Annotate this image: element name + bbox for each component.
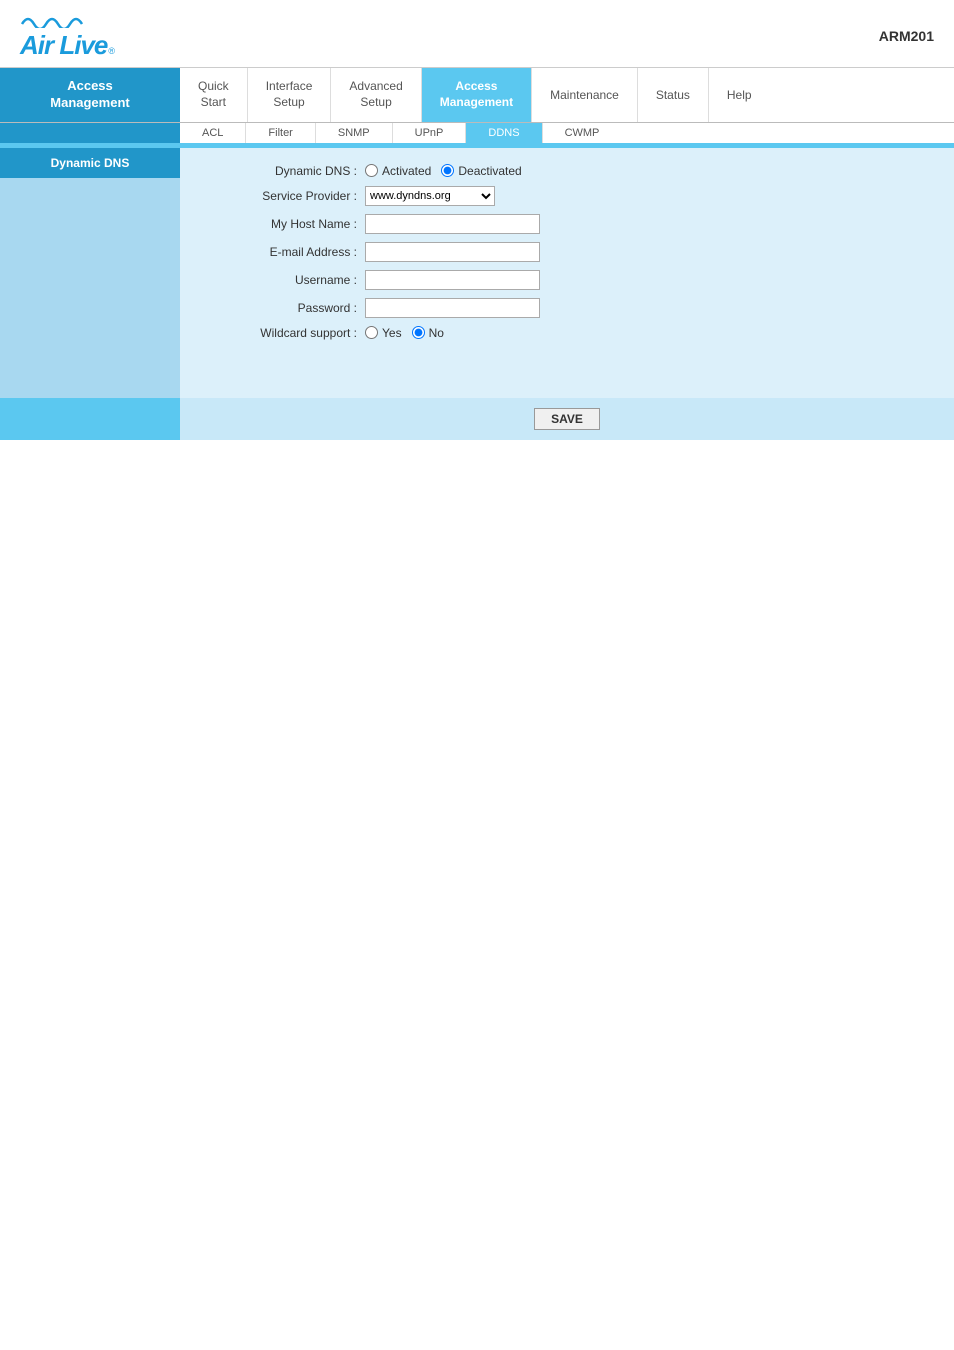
label-host-name: My Host Name : xyxy=(200,217,365,231)
logo-waves xyxy=(20,10,90,30)
form-row-username: Username : xyxy=(200,270,924,290)
label-dynamic-dns: Dynamic DNS : xyxy=(200,164,365,178)
logo: Air Live ® xyxy=(20,10,115,61)
label-wildcard: Wildcard support : xyxy=(200,326,365,340)
sub-nav-spacer xyxy=(0,123,180,143)
nav-item-status[interactable]: Status xyxy=(638,68,709,122)
input-username[interactable] xyxy=(365,270,540,290)
sidebar-item-dynamic-dns[interactable]: Dynamic DNS xyxy=(0,148,180,178)
sub-nav-acl[interactable]: ACL xyxy=(180,123,246,143)
nav-item-maintenance[interactable]: Maintenance xyxy=(532,68,638,122)
sub-nav-upnp[interactable]: UPnP xyxy=(393,123,467,143)
sub-nav-items: ACL Filter SNMP UPnP DDNS CWMP xyxy=(180,123,621,143)
label-wildcard-yes: Yes xyxy=(382,326,402,340)
form-row-email: E-mail Address : xyxy=(200,242,924,262)
content-area: Dynamic DNS : Activated Deactivated Serv… xyxy=(180,148,954,398)
nav-item-advanced-setup[interactable]: Advanced Setup xyxy=(331,68,421,122)
header: Air Live ® ARM201 xyxy=(0,0,954,67)
main-nav: Access Management Quick Start Interface … xyxy=(0,67,954,122)
form-row-password: Password : xyxy=(200,298,924,318)
nav-item-access-management-tab[interactable]: Access Management xyxy=(422,68,532,122)
input-email[interactable] xyxy=(365,242,540,262)
logo-text: Air Live ® xyxy=(20,30,115,61)
radio-wildcard-no[interactable] xyxy=(412,326,425,339)
input-host-name[interactable] xyxy=(365,214,540,234)
save-bar: SAVE xyxy=(0,398,954,440)
form-row-host-name: My Host Name : xyxy=(200,214,924,234)
main-layout: Dynamic DNS Dynamic DNS : Activated Deac… xyxy=(0,148,954,398)
sub-nav-ddns[interactable]: DDNS xyxy=(466,123,542,143)
form-row-wildcard: Wildcard support : Yes No xyxy=(200,326,924,340)
label-wildcard-no: No xyxy=(429,326,444,340)
radio-activated[interactable] xyxy=(365,164,378,177)
label-username: Username : xyxy=(200,273,365,287)
sub-nav: ACL Filter SNMP UPnP DDNS CWMP xyxy=(0,122,954,143)
form-row-dynamic-dns: Dynamic DNS : Activated Deactivated xyxy=(200,164,924,178)
label-deactivated: Deactivated xyxy=(458,164,521,178)
save-bar-sidebar-spacer xyxy=(0,398,180,440)
save-bar-content: SAVE xyxy=(180,398,954,440)
label-email: E-mail Address : xyxy=(200,245,365,259)
sub-nav-cwmp[interactable]: CWMP xyxy=(543,123,622,143)
radio-group-dynamic-dns: Activated Deactivated xyxy=(365,164,522,178)
logo-registered: ® xyxy=(108,46,115,56)
label-activated: Activated xyxy=(382,164,431,178)
sidebar-blue-fill xyxy=(0,178,180,398)
radio-deactivated[interactable] xyxy=(441,164,454,177)
form-row-service-provider: Service Provider : www.dyndns.org www.tz… xyxy=(200,186,924,206)
label-password: Password : xyxy=(200,301,365,315)
sub-nav-snmp[interactable]: SNMP xyxy=(316,123,393,143)
save-button[interactable]: SAVE xyxy=(534,408,600,430)
nav-item-help[interactable]: Help xyxy=(709,68,770,122)
sidebar: Dynamic DNS xyxy=(0,148,180,398)
nav-item-quick-start[interactable]: Quick Start xyxy=(180,68,248,122)
input-password[interactable] xyxy=(365,298,540,318)
sub-nav-filter[interactable]: Filter xyxy=(246,123,315,143)
radio-wildcard-yes[interactable] xyxy=(365,326,378,339)
radio-group-wildcard: Yes No xyxy=(365,326,444,340)
nav-item-interface-setup[interactable]: Interface Setup xyxy=(248,68,332,122)
model-name: ARM201 xyxy=(879,28,934,44)
nav-item-access-management[interactable]: Access Management xyxy=(0,68,180,122)
label-service-provider: Service Provider : xyxy=(200,189,365,203)
select-service-provider[interactable]: www.dyndns.org www.tzo.com www.zoneedit.… xyxy=(365,186,495,206)
